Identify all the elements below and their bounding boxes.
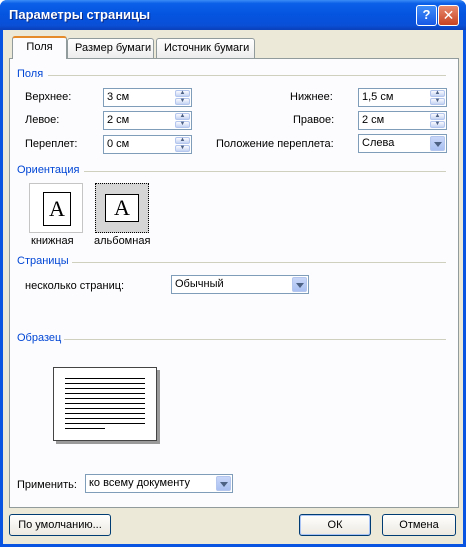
top-margin-label: Верхнее: xyxy=(25,91,72,103)
preview-text-line xyxy=(65,388,145,389)
default-button[interactable]: По умолчанию... xyxy=(9,514,111,536)
right-margin-value[interactable]: 2 см xyxy=(362,114,384,126)
cancel-button[interactable]: Отмена xyxy=(382,514,456,536)
apply-to-label: Применить: xyxy=(17,479,77,491)
section-orientation-label: Ориентация xyxy=(17,164,80,176)
spin-up-icon[interactable]: ▲ xyxy=(175,90,190,97)
divider xyxy=(48,75,446,76)
ok-button[interactable]: ОК xyxy=(299,514,371,536)
left-margin-label: Левое: xyxy=(25,114,60,126)
multiple-pages-value: Обычный xyxy=(175,278,224,290)
spin-down-icon[interactable]: ▼ xyxy=(175,98,190,105)
preview-text-line xyxy=(65,428,105,429)
left-margin-value[interactable]: 2 см xyxy=(107,114,129,126)
gutter-spinner[interactable]: 0 см ▲ ▼ xyxy=(103,135,192,154)
preview-text-line xyxy=(65,378,145,379)
landscape-option[interactable]: A xyxy=(95,183,149,233)
gutter-position-label: Положение переплета: xyxy=(216,138,334,150)
chevron-down-icon[interactable] xyxy=(292,277,307,292)
portrait-label[interactable]: книжная xyxy=(31,235,74,247)
landscape-page-icon: A xyxy=(105,194,139,222)
spin-down-icon[interactable]: ▼ xyxy=(430,98,445,105)
spin-down-icon[interactable]: ▼ xyxy=(175,121,190,128)
bottom-margin-label: Нижнее: xyxy=(290,91,333,103)
portrait-option[interactable]: A xyxy=(29,183,83,233)
section-preview-label: Образец xyxy=(17,332,62,344)
divider xyxy=(64,339,446,340)
left-margin-spinner[interactable]: 2 см ▲ ▼ xyxy=(103,111,192,130)
spin-down-icon[interactable]: ▼ xyxy=(175,145,190,152)
preview-text-line xyxy=(65,423,145,424)
tab-paper-size[interactable]: Размер бумаги xyxy=(67,38,154,59)
help-button[interactable]: ? xyxy=(416,5,437,26)
gutter-label: Переплет: xyxy=(25,138,78,150)
spin-up-icon[interactable]: ▲ xyxy=(430,113,445,120)
bottom-margin-value[interactable]: 1,5 см xyxy=(362,91,393,103)
chevron-down-icon[interactable] xyxy=(430,136,445,151)
gutter-position-select[interactable]: Слева xyxy=(358,134,447,153)
title-bar[interactable]: Параметры страницы ? ✕ xyxy=(0,0,466,30)
preview-text-line xyxy=(65,403,145,404)
divider xyxy=(72,262,446,263)
right-margin-label: Правое: xyxy=(293,114,335,126)
preview-text-line xyxy=(65,393,145,394)
chevron-down-icon[interactable] xyxy=(216,476,231,491)
multiple-pages-label: несколько страниц: xyxy=(25,280,125,292)
divider xyxy=(84,171,446,172)
section-margins-label: Поля xyxy=(17,68,44,80)
multiple-pages-select[interactable]: Обычный xyxy=(171,275,309,294)
section-pages-label: Страницы xyxy=(17,255,69,267)
tab-paper-source[interactable]: Источник бумаги xyxy=(156,38,255,59)
top-margin-spinner[interactable]: 3 см ▲ ▼ xyxy=(103,88,192,107)
close-button[interactable]: ✕ xyxy=(438,5,459,26)
preview-page xyxy=(53,367,157,441)
spin-up-icon[interactable]: ▲ xyxy=(175,113,190,120)
apply-to-select[interactable]: ко всему документу xyxy=(85,474,233,493)
tab-margins[interactable]: Поля xyxy=(12,36,67,59)
spin-up-icon[interactable]: ▲ xyxy=(175,137,190,144)
window-title: Параметры страницы xyxy=(9,7,151,22)
page-setup-dialog: Параметры страницы ? ✕ Поля Размер бумаг… xyxy=(0,0,466,547)
portrait-page-icon: A xyxy=(43,192,71,226)
top-margin-value[interactable]: 3 см xyxy=(107,91,129,103)
preview-text-line xyxy=(65,408,145,409)
gutter-value[interactable]: 0 см xyxy=(107,138,129,150)
bottom-margin-spinner[interactable]: 1,5 см ▲ ▼ xyxy=(358,88,447,107)
preview-text-line xyxy=(65,418,145,419)
preview-text-line xyxy=(65,413,145,414)
spin-up-icon[interactable]: ▲ xyxy=(430,90,445,97)
spin-down-icon[interactable]: ▼ xyxy=(430,121,445,128)
preview-text-line xyxy=(65,383,145,384)
right-margin-spinner[interactable]: 2 см ▲ ▼ xyxy=(358,111,447,130)
preview-text-line xyxy=(65,398,145,399)
gutter-position-value: Слева xyxy=(362,137,395,149)
apply-to-value: ко всему документу xyxy=(89,477,190,489)
landscape-label[interactable]: альбомная xyxy=(94,235,150,247)
